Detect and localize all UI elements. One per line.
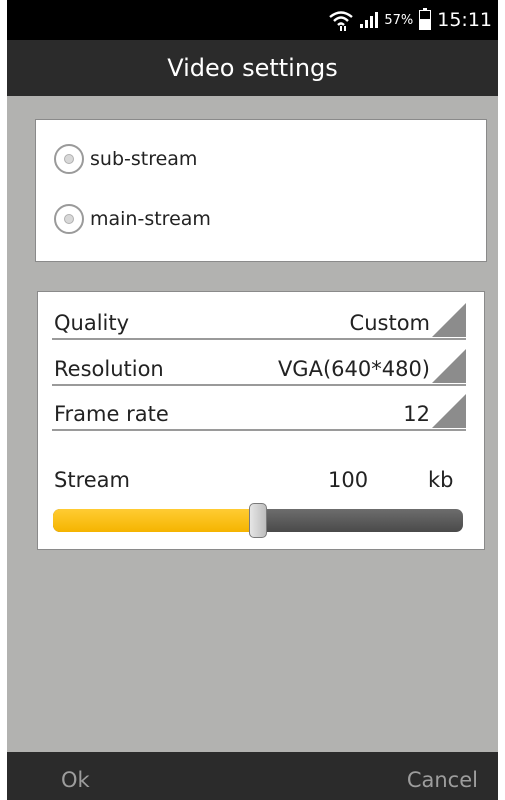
stream-label: Stream [54,468,130,492]
stream-value: 100 [328,468,369,492]
quality-label: Quality [54,311,130,335]
signal-icon [360,12,379,28]
radio-dot-icon [64,154,74,164]
stream-type-card: sub-stream main-stream [35,119,487,262]
frame-rate-label: Frame rate [54,402,169,426]
wifi-icon [329,11,354,31]
settings-card: Quality Custom Resolution VGA(640*480) F… [37,291,485,550]
status-bar: 57% 15:11 [7,0,498,40]
cancel-button[interactable]: Cancel [407,752,478,800]
bottom-bar: Ok Cancel [7,752,498,800]
battery-icon [419,8,432,30]
radio-dot-icon [64,214,74,224]
main-stream-radio[interactable] [54,204,84,234]
resolution-value: VGA(640*480) [277,357,430,381]
phone-screen: 57% 15:11 Video settings sub-stream main… [7,0,498,800]
clock: 15:11 [437,9,492,31]
stream-slider-thumb[interactable] [249,503,267,538]
quality-value: Custom [349,311,430,335]
battery-level [420,18,431,29]
stream-slider-fill [53,509,258,532]
dropdown-corner-icon [432,394,466,428]
resolution-label: Resolution [54,357,164,381]
stream-unit: kb [428,468,454,492]
page-title: Video settings [7,40,498,96]
sub-stream-radio[interactable] [54,144,84,174]
sub-stream-label: sub-stream [90,148,198,170]
main-stream-label: main-stream [90,208,211,230]
frame-rate-value: 12 [403,402,430,426]
battery-percent: 57% [384,12,414,28]
quality-dropdown[interactable]: Quality Custom [52,298,466,340]
dropdown-corner-icon [432,303,466,337]
frame-rate-dropdown[interactable]: Frame rate 12 [52,389,466,431]
main-stream-option[interactable]: main-stream [54,204,211,234]
resolution-dropdown[interactable]: Resolution VGA(640*480) [52,344,466,386]
dropdown-corner-icon [432,349,466,383]
ok-button[interactable]: Ok [61,752,90,800]
status-icons: 57% 15:11 [328,0,492,40]
sub-stream-option[interactable]: sub-stream [54,144,197,174]
